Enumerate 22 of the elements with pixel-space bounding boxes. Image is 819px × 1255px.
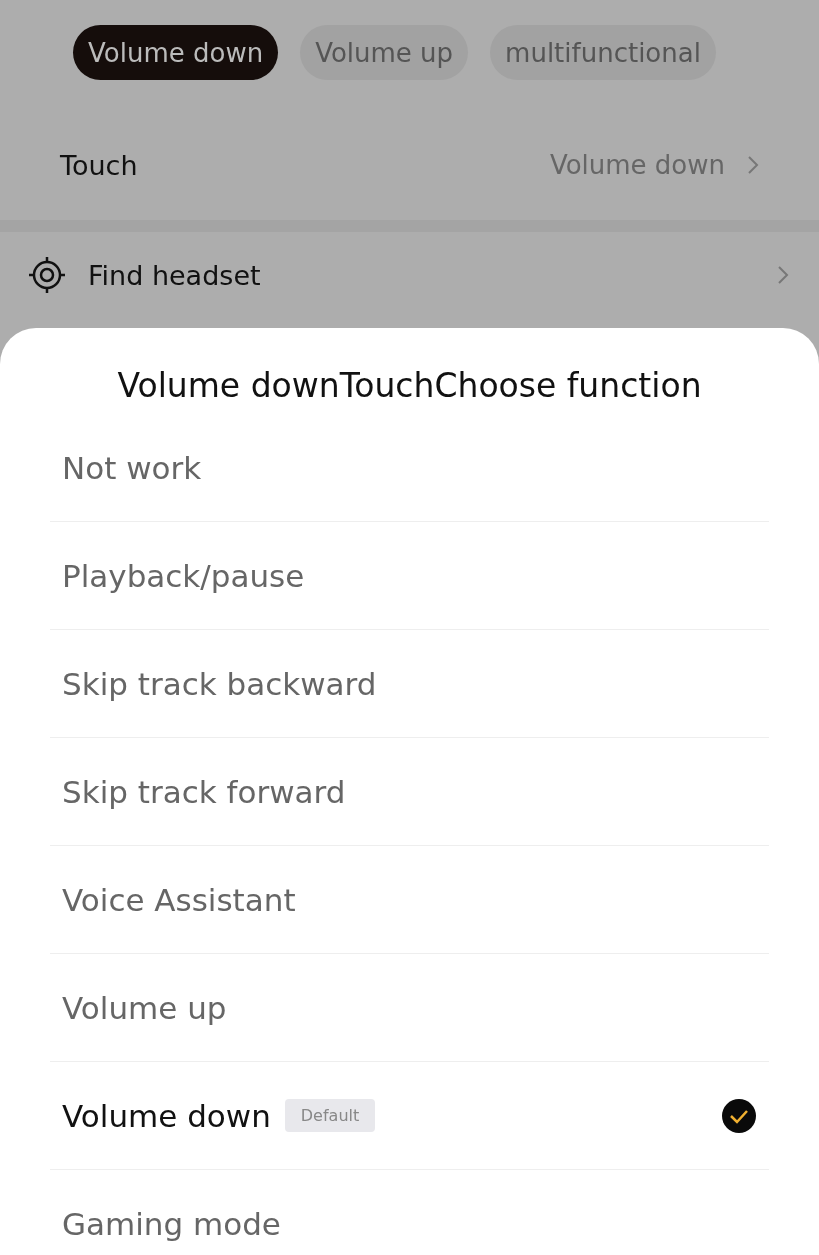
find-headset-row[interactable]: Find headset (0, 220, 819, 330)
tab[interactable]: Volume down (73, 25, 279, 80)
sheet-title: Volume downTouchChoose function (116, 365, 703, 407)
check-icon (721, 1097, 757, 1134)
option-item[interactable]: Voice Assistant (50, 846, 769, 954)
chevron-icon (777, 265, 789, 285)
option-item[interactable]: Volume up (50, 954, 769, 1062)
touch-row[interactable]: Touch Volume down (0, 110, 819, 220)
tab[interactable]: Volume up (300, 25, 469, 80)
row-label: Find headset (88, 259, 262, 291)
option-item[interactable]: Playback/pause (50, 522, 769, 630)
row-label: Touch (60, 149, 139, 181)
option-item[interactable]: Skip track forward (50, 738, 769, 846)
option-item[interactable]: Skip track backward (50, 630, 769, 738)
option-item[interactable]: Not work (50, 414, 769, 522)
chevron-icon (747, 155, 759, 175)
target-icon (28, 256, 66, 294)
row-value: Volume down (549, 150, 725, 180)
tab[interactable]: multifunctional (490, 25, 716, 80)
default-badge: Default (284, 1099, 376, 1132)
option-item[interactable]: Gaming mode (50, 1170, 769, 1255)
option-item[interactable]: Volume down Default (50, 1062, 769, 1170)
